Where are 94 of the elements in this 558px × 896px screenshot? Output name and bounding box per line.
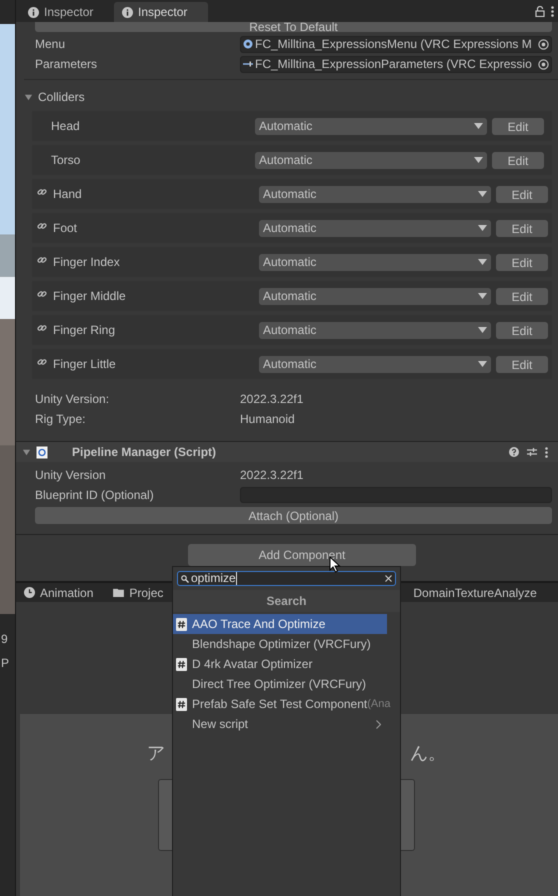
caret-icon xyxy=(474,157,483,163)
panel-tab[interactable]: Projec xyxy=(113,584,164,602)
menu-dots-icon[interactable] xyxy=(551,6,554,16)
settings-sliders-icon[interactable] xyxy=(527,447,537,457)
info-icon xyxy=(28,6,39,18)
link-icon xyxy=(37,323,47,333)
info-label: Unity Version: xyxy=(35,391,110,408)
message-text: ア xyxy=(147,742,165,765)
search-icon xyxy=(181,574,189,582)
dropdown[interactable]: Automatic xyxy=(259,186,491,202)
component-item[interactable]: New script xyxy=(173,714,400,734)
object-field[interactable]: FC_Milltina_ExpressionsMenu (VRC Expressions M xyxy=(240,36,552,52)
edit-button[interactable]: Edit xyxy=(492,118,544,134)
edit-button[interactable]: Edit xyxy=(496,254,548,270)
object-picker-icon[interactable] xyxy=(538,58,549,70)
clock-icon xyxy=(24,587,35,598)
component-item[interactable]: Blendshape Optimizer (VRCFury) xyxy=(173,634,400,654)
dropdown[interactable]: Automatic xyxy=(259,356,491,372)
object-field[interactable]: FC_Milltina_ExpressionParameters (VRC Expressio xyxy=(240,56,552,72)
slider-icon xyxy=(243,59,253,69)
collider-name: Finger Ring xyxy=(53,322,116,339)
edit-button[interactable]: Edit xyxy=(496,220,548,236)
field-label: Unity Version xyxy=(35,467,107,484)
object-picker-icon[interactable] xyxy=(538,38,549,50)
inspector-tab[interactable]: Inspector xyxy=(114,2,208,22)
script-icon xyxy=(176,698,187,710)
collider-name: Head xyxy=(51,118,81,135)
field-label: Parameters xyxy=(35,56,98,73)
edit-button[interactable]: Edit xyxy=(496,186,548,202)
collider-name: Finger Index xyxy=(53,254,121,271)
expanded-triangle-icon[interactable] xyxy=(22,448,31,456)
panel-tab[interactable]: Animation xyxy=(24,584,94,602)
info-value: 2022.3.22f1 xyxy=(240,391,304,408)
object-field-value: FC_Milltina_ExpressionParameters (VRC Expressio xyxy=(255,56,533,73)
dropdown[interactable]: Automatic xyxy=(259,220,491,236)
info-icon xyxy=(122,6,133,18)
link-icon xyxy=(37,289,47,299)
info-label: Rig Type: xyxy=(35,411,86,428)
link-icon xyxy=(37,221,47,231)
edit-button[interactable]: Edit xyxy=(496,356,548,372)
add-component-button[interactable]: Add Component xyxy=(188,544,416,566)
component-item[interactable]: Direct Tree Optimizer (VRCFury) xyxy=(173,674,400,694)
dropdown[interactable]: Automatic xyxy=(259,254,491,270)
edit-button[interactable]: Edit xyxy=(496,288,548,304)
caret-icon xyxy=(478,293,487,299)
script-file-icon xyxy=(36,446,48,458)
collider-name: Finger Middle xyxy=(53,288,127,305)
chevron-right-icon xyxy=(376,720,381,728)
help-icon[interactable] xyxy=(509,447,519,457)
panel-label: P xyxy=(0,655,10,672)
lock-icon[interactable] xyxy=(535,6,545,16)
menu-dots-icon[interactable] xyxy=(545,446,548,458)
field-value: 2022.3.22f1 xyxy=(240,467,304,484)
message-text: ん。 xyxy=(410,742,446,765)
dropdown[interactable]: Automatic xyxy=(259,288,491,304)
caret-icon xyxy=(474,123,483,129)
link-icon xyxy=(37,187,47,197)
folder-icon xyxy=(113,588,124,597)
search-text: optimize xyxy=(191,572,237,585)
info-value: Humanoid xyxy=(240,411,295,428)
caret-icon xyxy=(478,191,487,197)
script-icon xyxy=(176,618,187,630)
popup-header: Search xyxy=(173,590,400,612)
link-icon xyxy=(37,357,47,367)
field-label: Blueprint ID (Optional) xyxy=(35,487,155,504)
component-item[interactable]: Prefab Safe Set Test Component(Ana xyxy=(173,694,400,714)
caret-icon xyxy=(478,259,487,265)
panel-tab[interactable]: DomainTextureAnalyze xyxy=(413,584,537,602)
attach-button[interactable]: Attach (Optional) xyxy=(35,507,552,524)
component-item[interactable]: D 4rk Avatar Optimizer xyxy=(173,654,400,674)
field-label: Menu xyxy=(35,36,66,53)
edit-button[interactable]: Edit xyxy=(496,322,548,338)
dropdown[interactable]: Automatic xyxy=(255,152,487,168)
dropdown[interactable]: Automatic xyxy=(255,118,487,134)
caret-icon xyxy=(478,327,487,333)
object-field-value: FC_Milltina_ExpressionsMenu (VRC Expressions M xyxy=(255,36,533,53)
script-icon xyxy=(176,658,187,670)
collider-name: Hand xyxy=(53,186,83,203)
link-icon xyxy=(37,255,47,265)
dropdown[interactable]: Automatic xyxy=(259,322,491,338)
component-item[interactable]: AAO Trace And Optimize xyxy=(173,614,387,634)
collider-name: Finger Little xyxy=(53,356,117,373)
panel-label: 9 xyxy=(0,631,9,648)
clear-icon[interactable] xyxy=(385,575,392,582)
collider-name: Torso xyxy=(51,152,82,169)
edit-button[interactable]: Edit xyxy=(492,152,544,168)
reset-button[interactable]: Reset To Default xyxy=(35,22,552,32)
expanded-triangle-icon[interactable] xyxy=(24,92,33,102)
caret-icon xyxy=(478,361,487,367)
caret-icon xyxy=(478,225,487,231)
component-title: Pipeline Manager (Script) xyxy=(72,444,218,461)
search-field[interactable]: optimize xyxy=(177,571,396,586)
section-title: Colliders xyxy=(38,89,85,106)
collider-name: Foot xyxy=(53,220,78,237)
